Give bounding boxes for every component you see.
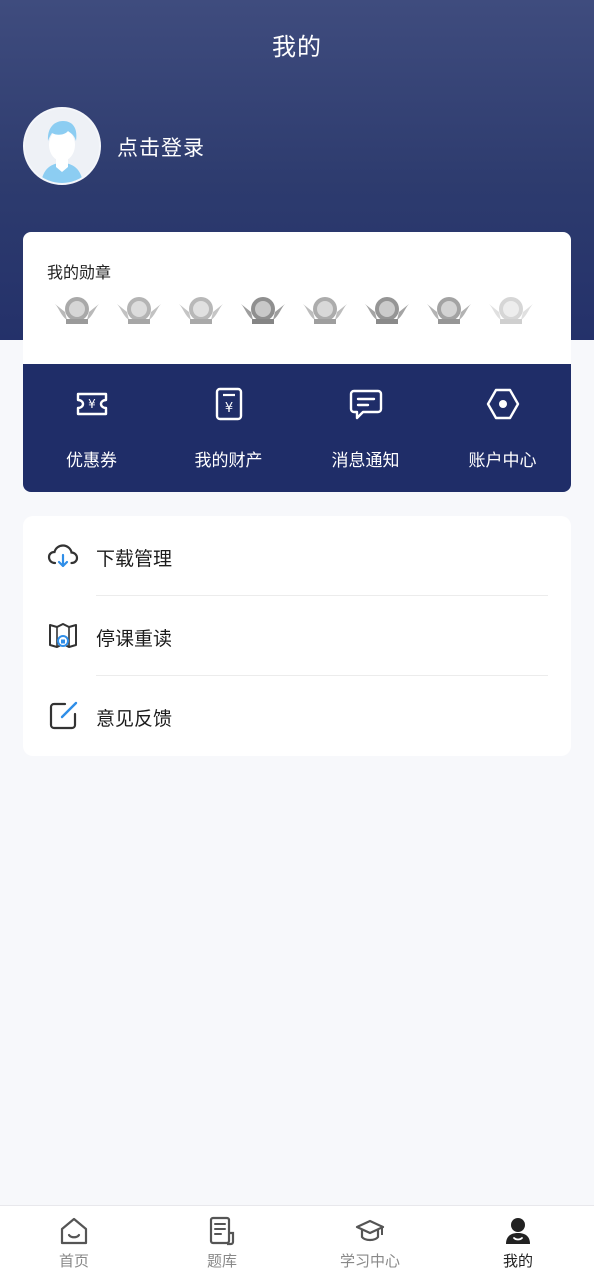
page-title: 我的 bbox=[272, 33, 322, 61]
graduation-cap-icon bbox=[355, 1219, 385, 1242]
quick-action-label: 我的财产 bbox=[194, 451, 263, 471]
default-avatar-icon bbox=[25, 109, 99, 183]
menu-list: 下载管理 停课重读 意见反馈 bbox=[23, 516, 571, 756]
tab-learning-center[interactable]: 学习中心 bbox=[296, 1206, 444, 1280]
tab-question-bank[interactable]: 题库 bbox=[148, 1206, 296, 1280]
tab-label: 学习中心 bbox=[339, 1252, 400, 1270]
menu-item-feedback[interactable]: 意见反馈 bbox=[23, 676, 571, 756]
quick-action-label: 优惠券 bbox=[66, 451, 117, 471]
medal-badge-icon[interactable] bbox=[177, 294, 225, 328]
medal-badge-icon[interactable] bbox=[115, 294, 163, 328]
medal-badge-icon[interactable] bbox=[301, 294, 349, 328]
quick-action-label: 消息通知 bbox=[331, 451, 400, 471]
menu-item-label: 下载管理 bbox=[96, 548, 173, 570]
svg-text:¥: ¥ bbox=[88, 397, 96, 411]
quick-actions-bar: ¥ 优惠券 ¥ 我的财产 消息通知 账户中心 bbox=[23, 364, 571, 492]
hexagon-settings-icon bbox=[486, 388, 519, 420]
medal-badge-icon[interactable] bbox=[425, 294, 473, 328]
medal-badge-icon[interactable] bbox=[53, 294, 101, 328]
edit-note-icon bbox=[49, 701, 78, 730]
tab-mine[interactable]: 我的 bbox=[444, 1206, 592, 1280]
medal-badge-icon[interactable] bbox=[239, 294, 287, 328]
quick-action-messages[interactable]: 消息通知 bbox=[297, 364, 434, 492]
tab-label: 题库 bbox=[206, 1252, 237, 1270]
tab-label: 我的 bbox=[502, 1252, 533, 1270]
bottom-tab-bar: 首页 题库 学习中心 我的 bbox=[0, 1205, 594, 1280]
menu-item-label: 意见反馈 bbox=[96, 708, 173, 730]
tab-label: 首页 bbox=[58, 1252, 89, 1270]
coupon-icon: ¥ bbox=[76, 392, 107, 416]
book-lock-icon bbox=[49, 623, 77, 648]
medal-badge-icon[interactable] bbox=[487, 294, 535, 328]
user-icon bbox=[506, 1218, 530, 1244]
question-bank-icon bbox=[209, 1216, 235, 1246]
quick-action-label: 账户中心 bbox=[468, 451, 537, 471]
svg-text:¥: ¥ bbox=[224, 401, 232, 416]
tab-home[interactable]: 首页 bbox=[0, 1206, 148, 1280]
menu-item-download[interactable]: 下载管理 bbox=[23, 516, 571, 596]
cloud-download-icon bbox=[47, 544, 79, 568]
medal-section-title: 我的勋章 bbox=[47, 263, 112, 282]
quick-action-account[interactable]: 账户中心 bbox=[434, 364, 571, 492]
login-link[interactable]: 点击登录 bbox=[117, 132, 205, 162]
medal-badge-icon[interactable] bbox=[363, 294, 411, 328]
home-icon bbox=[60, 1217, 88, 1245]
medal-row bbox=[53, 294, 543, 328]
wallet-icon: ¥ bbox=[215, 387, 242, 421]
message-icon bbox=[349, 389, 382, 420]
quick-action-assets[interactable]: ¥ 我的财产 bbox=[160, 364, 297, 492]
avatar[interactable] bbox=[23, 107, 101, 185]
menu-item-suspend-reread[interactable]: 停课重读 bbox=[23, 596, 571, 676]
medal-card: 我的勋章 bbox=[23, 232, 571, 364]
quick-action-coupon[interactable]: ¥ 优惠券 bbox=[23, 364, 160, 492]
menu-item-label: 停课重读 bbox=[96, 628, 173, 650]
